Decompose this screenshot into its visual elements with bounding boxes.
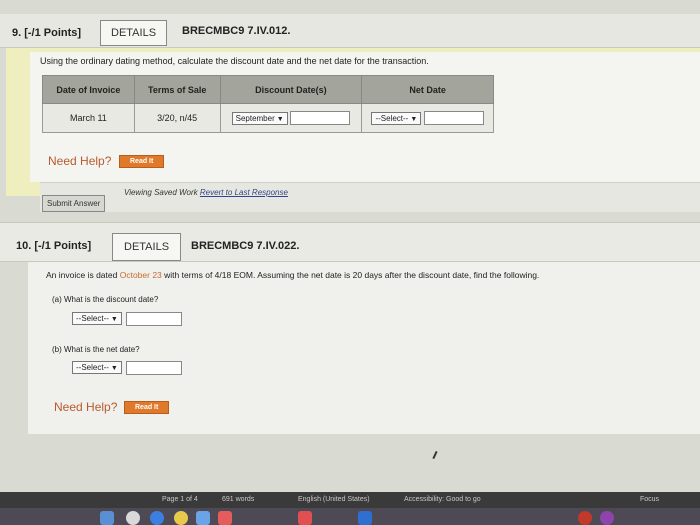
table-row: March 11 3/20, n/45 September ▼ --Select-…	[42, 103, 494, 133]
page-count: Page 1 of 4	[162, 496, 198, 503]
focus-button[interactable]: Focus	[640, 496, 659, 503]
question-9-details-button[interactable]: DETAILS	[100, 20, 168, 46]
question-9-number: 9. [-/1 Points]	[12, 27, 82, 39]
saved-work-notice: Viewing Saved Work Revert to Last Respon…	[124, 188, 288, 197]
safari-icon[interactable]	[150, 511, 164, 525]
column-header-invoice-date: Date of Invoice	[42, 75, 135, 104]
app-icon[interactable]	[600, 511, 614, 525]
question-9-instructions: Using the ordinary dating method, calcul…	[40, 56, 429, 66]
status-bar: Page 1 of 4 691 words English (United St…	[0, 492, 700, 508]
part-b-question: (b) What is the net date?	[52, 345, 140, 354]
part-b-month-value: --Select--	[76, 363, 109, 373]
chevron-down-icon: ▼	[276, 115, 284, 123]
part-b-day-input[interactable]	[126, 360, 183, 375]
saved-work-text: Viewing Saved Work	[124, 188, 200, 197]
net-day-input[interactable]	[423, 111, 484, 125]
part-a-answer: --Select-- ▼	[72, 310, 183, 328]
discount-month-value: September	[235, 113, 275, 123]
discount-day-input[interactable]	[290, 111, 351, 125]
question-9-need-help: Need Help?	[48, 154, 112, 168]
question-10-header	[0, 222, 700, 262]
word-count: 691 words	[222, 496, 255, 503]
statement-text: An invoice is dated	[46, 270, 120, 280]
discount-month-select[interactable]: September ▼	[231, 111, 288, 125]
chevron-down-icon: ▼	[410, 115, 418, 123]
question-10-read-it-button[interactable]: Read It	[124, 401, 170, 414]
terms-cell: 3/20, n/45	[133, 103, 221, 133]
mail-icon[interactable]	[196, 511, 210, 525]
question-10-number: 10. [-/1 Points]	[16, 240, 92, 252]
net-month-value: --Select--	[375, 113, 409, 123]
column-header-terms: Terms of Sale	[133, 75, 221, 104]
launchpad-icon[interactable]	[126, 511, 140, 525]
discount-date-cell: September ▼	[219, 103, 363, 133]
chrome-icon[interactable]	[174, 511, 188, 525]
part-b-answer: --Select-- ▼	[72, 359, 183, 377]
word-icon[interactable]	[358, 511, 372, 525]
question-10-statement: An invoice is dated October 23 with term…	[46, 270, 539, 280]
net-month-select[interactable]: --Select-- ▼	[371, 111, 422, 125]
accessibility-status[interactable]: Accessibility: Good to go	[404, 496, 481, 503]
column-header-net-date: Net Date	[361, 75, 494, 104]
calendar-icon[interactable]	[218, 511, 232, 525]
invoice-date-cell: March 11	[42, 103, 135, 133]
finder-icon[interactable]	[100, 511, 114, 525]
language-indicator[interactable]: English (United States)	[298, 496, 370, 503]
cursor-mark	[432, 450, 438, 460]
statement-text: with terms of 4/18 EOM. Assuming the net…	[161, 270, 540, 280]
part-a-month-select[interactable]: --Select-- ▼	[72, 312, 122, 326]
statement-date: October 23	[119, 270, 162, 280]
net-date-cell: --Select-- ▼	[361, 103, 494, 133]
app-icon[interactable]	[298, 511, 312, 525]
question-10-code: BRECMBC9 7.IV.022.	[191, 240, 300, 252]
chevron-down-icon: ▼	[110, 365, 118, 373]
part-a-question: (a) What is the discount date?	[52, 295, 159, 304]
question-9-submit-area	[40, 182, 700, 212]
question-9-read-it-button[interactable]: Read It	[119, 155, 165, 168]
question-10-need-help: Need Help?	[54, 400, 118, 414]
part-a-day-input[interactable]	[126, 311, 183, 326]
question-9-code: BRECMBC9 7.IV.012.	[182, 25, 291, 37]
chevron-down-icon: ▼	[110, 316, 118, 324]
column-header-discount-date: Discount Date(s)	[219, 75, 363, 104]
question-9-table: Date of Invoice Terms of Sale Discount D…	[42, 75, 494, 133]
question-10-details-button[interactable]: DETAILS	[112, 233, 182, 261]
dock	[0, 508, 700, 525]
part-a-month-value: --Select--	[76, 314, 109, 324]
part-b-month-select[interactable]: --Select-- ▼	[72, 361, 122, 375]
submit-answer-button[interactable]: Submit Answer	[42, 195, 106, 212]
app-icon[interactable]	[578, 511, 592, 525]
revert-link[interactable]: Revert to Last Response	[200, 188, 288, 197]
